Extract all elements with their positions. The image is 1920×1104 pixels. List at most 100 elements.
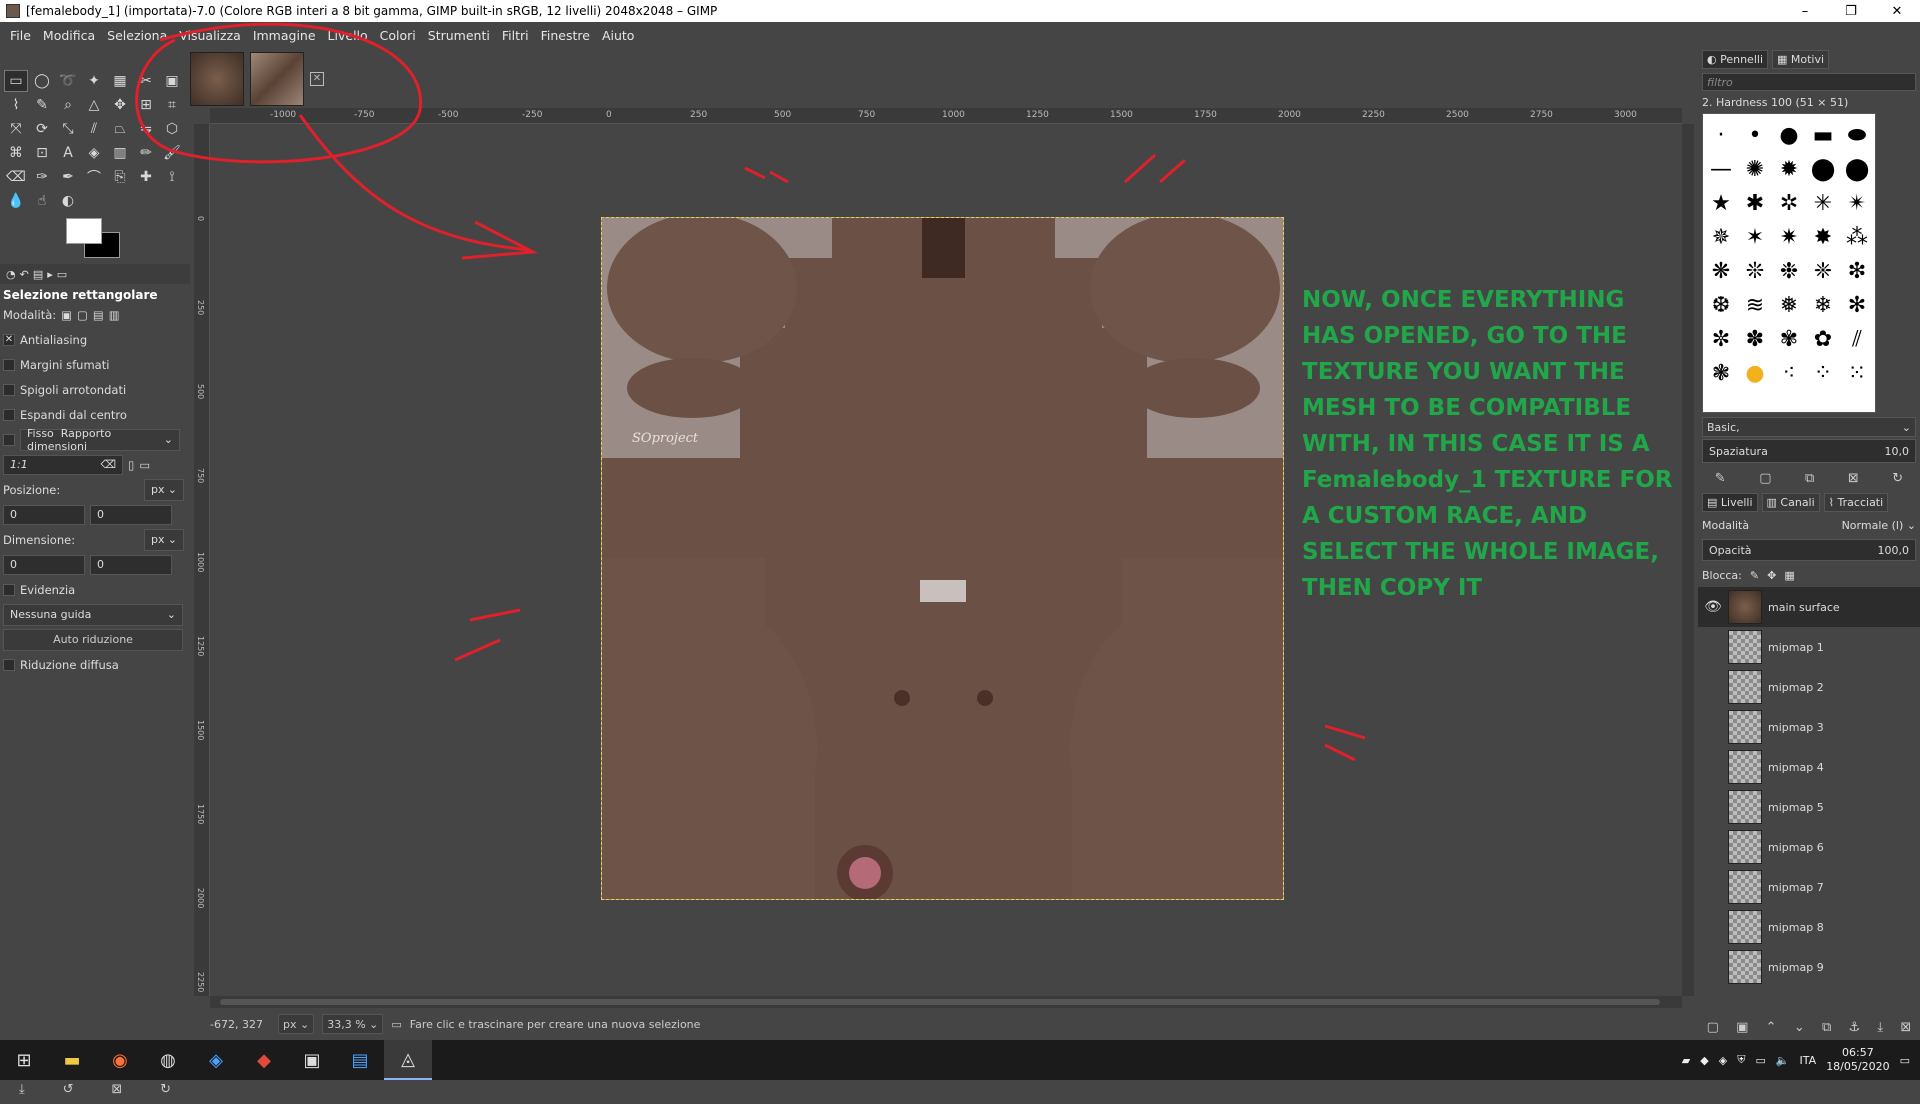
brush-item[interactable]: ⁙: [1840, 356, 1874, 390]
delete-options-icon[interactable]: ⊠: [111, 1082, 122, 1097]
reset-options-icon[interactable]: ↻: [160, 1082, 171, 1097]
brush-item[interactable]: ❄: [1806, 288, 1840, 322]
horizontal-scrollbar[interactable]: [210, 996, 1682, 1008]
merge-down-icon[interactable]: ⤓: [1877, 1020, 1883, 1035]
brush-item[interactable]: ❇: [1840, 254, 1874, 288]
brush-item[interactable]: ✶: [1738, 220, 1772, 254]
brush-item[interactable]: ●: [1738, 356, 1772, 390]
opacity-slider[interactable]: Opacità 100,0: [1702, 539, 1916, 561]
layer-row[interactable]: mipmap 9: [1698, 947, 1920, 987]
tab-channels[interactable]: ▥ Canali: [1761, 492, 1820, 512]
lock-pixels-icon[interactable]: ✎: [1750, 569, 1759, 582]
brush-item[interactable]: ≋: [1738, 288, 1772, 322]
start-windows-icon[interactable]: ⊞: [0, 1040, 48, 1080]
tray-security-icon[interactable]: ⛨: [1737, 1053, 1745, 1067]
edit-brush-icon[interactable]: ✎: [1715, 471, 1726, 486]
brush-item[interactable]: ✱: [1738, 186, 1772, 220]
layer-row[interactable]: mipmap 7: [1698, 867, 1920, 907]
brush-item[interactable]: ·: [1704, 118, 1738, 152]
brush-item[interactable]: ⬬: [1840, 118, 1874, 152]
duplicate-brush-icon[interactable]: ⧉: [1805, 471, 1814, 486]
layer-row[interactable]: mipmap 8: [1698, 907, 1920, 947]
brush-item[interactable]: ✷: [1772, 220, 1806, 254]
brush-item[interactable]: ✴: [1840, 186, 1874, 220]
brush-item[interactable]: ✹: [1772, 152, 1806, 186]
tray-app-icon[interactable]: ◆: [1700, 1054, 1708, 1067]
brush-item[interactable]: ●: [1772, 118, 1806, 152]
brush-item[interactable]: ❆: [1704, 288, 1738, 322]
firefox-icon[interactable]: ◉: [96, 1040, 144, 1080]
layer-row[interactable]: mipmap 4: [1698, 747, 1920, 787]
layer-row[interactable]: mipmap 6: [1698, 827, 1920, 867]
zoom-combo[interactable]: 33,3 % ⌄: [322, 1014, 384, 1034]
layer-row[interactable]: mipmap 1: [1698, 627, 1920, 667]
spacing-slider[interactable]: Spaziatura 10,0: [1702, 439, 1916, 463]
save-options-icon[interactable]: ⤓: [19, 1082, 25, 1097]
clock[interactable]: 06:57 18/05/2020: [1826, 1046, 1889, 1074]
brush-item[interactable]: ⁂: [1840, 220, 1874, 254]
input-language[interactable]: ITA: [1800, 1054, 1817, 1067]
new-brush-icon[interactable]: ▢: [1759, 471, 1771, 486]
tab-layers[interactable]: ▤ Livelli: [1702, 492, 1758, 512]
file-explorer-icon[interactable]: ▬: [48, 1040, 96, 1080]
foreground-color[interactable]: [66, 218, 102, 244]
restore-options-icon[interactable]: ↺: [63, 1082, 74, 1097]
brush-item[interactable]: ⬤: [1840, 152, 1874, 186]
raise-layer-icon[interactable]: ⌃: [1766, 1020, 1777, 1035]
tray-network-icon[interactable]: ▭: [1755, 1054, 1765, 1067]
brush-item[interactable]: ⁘: [1806, 356, 1840, 390]
brush-item[interactable]: ✵: [1704, 220, 1738, 254]
brush-item[interactable]: ✻: [1840, 288, 1874, 322]
lower-layer-icon[interactable]: ⌄: [1794, 1020, 1805, 1035]
delete-layer-icon[interactable]: ⊠: [1900, 1020, 1911, 1035]
new-layer-icon[interactable]: ▢: [1707, 1020, 1719, 1035]
lock-position-icon[interactable]: ✥: [1767, 569, 1776, 582]
brush-item[interactable]: ✿: [1806, 322, 1840, 356]
brush-item[interactable]: ❊: [1738, 254, 1772, 288]
tab-paths[interactable]: ⌇ Tracciati: [1823, 492, 1889, 512]
brush-item[interactable]: ✾: [1772, 322, 1806, 356]
layer-mode-combo[interactable]: Normale (l) ⌄: [1842, 519, 1916, 532]
brush-item[interactable]: ❃: [1704, 356, 1738, 390]
visibility-eye-icon[interactable]: 👁: [1698, 599, 1728, 615]
brush-item[interactable]: ▬: [1806, 118, 1840, 152]
tray-nvidia-icon[interactable]: ▰: [1682, 1054, 1690, 1067]
app-icon-6[interactable]: ▣: [288, 1040, 336, 1080]
brush-filter-input[interactable]: filtro: [1702, 73, 1916, 91]
brush-item[interactable]: ✳: [1806, 186, 1840, 220]
gimp-taskbar-icon[interactable]: ◬: [384, 1040, 432, 1080]
delete-brush-icon[interactable]: ⊠: [1848, 471, 1859, 486]
tab-patterns[interactable]: ▦ Motivi: [1772, 49, 1830, 69]
anchor-icon[interactable]: ⚓: [1848, 1020, 1860, 1035]
brush-item[interactable]: ❋: [1704, 254, 1738, 288]
vertical-scrollbar[interactable]: [1682, 124, 1694, 996]
brush-item[interactable]: ✲: [1772, 186, 1806, 220]
scroll-thumb[interactable]: [220, 999, 1660, 1005]
brush-item[interactable]: ❉: [1772, 254, 1806, 288]
app-icon-4[interactable]: ◈: [192, 1040, 240, 1080]
brush-item[interactable]: ✺: [1738, 152, 1772, 186]
unit-combo[interactable]: px ⌄: [278, 1014, 315, 1034]
app-icon-7[interactable]: ▤: [336, 1040, 384, 1080]
brush-item[interactable]: ⬤: [1806, 152, 1840, 186]
brush-item[interactable]: ⁖: [1772, 356, 1806, 390]
layer-row[interactable]: mipmap 3: [1698, 707, 1920, 747]
brush-item[interactable]: ❅: [1772, 288, 1806, 322]
layer-row[interactable]: 👁 main surface: [1698, 587, 1920, 627]
lock-alpha-icon[interactable]: ▦: [1784, 569, 1794, 582]
app-icon-3[interactable]: ◍: [144, 1040, 192, 1080]
layer-row[interactable]: mipmap 2: [1698, 667, 1920, 707]
brush-item[interactable]: ⫽: [1840, 322, 1874, 356]
brush-item[interactable]: ❈: [1806, 254, 1840, 288]
notifications-icon[interactable]: ▭: [1900, 1054, 1910, 1067]
new-group-icon[interactable]: ▣: [1736, 1020, 1748, 1035]
tab-brushes[interactable]: ◐ Pennelli: [1702, 49, 1768, 69]
app-icon-5[interactable]: ◆: [240, 1040, 288, 1080]
brush-item[interactable]: •: [1738, 118, 1772, 152]
layer-row[interactable]: mipmap 5: [1698, 787, 1920, 827]
brush-item[interactable]: ✽: [1738, 322, 1772, 356]
duplicate-layer-icon[interactable]: ⧉: [1822, 1020, 1831, 1035]
brush-item[interactable]: ✼: [1704, 322, 1738, 356]
brush-item[interactable]: —: [1704, 152, 1738, 186]
brush-item[interactable]: ★: [1704, 186, 1738, 220]
